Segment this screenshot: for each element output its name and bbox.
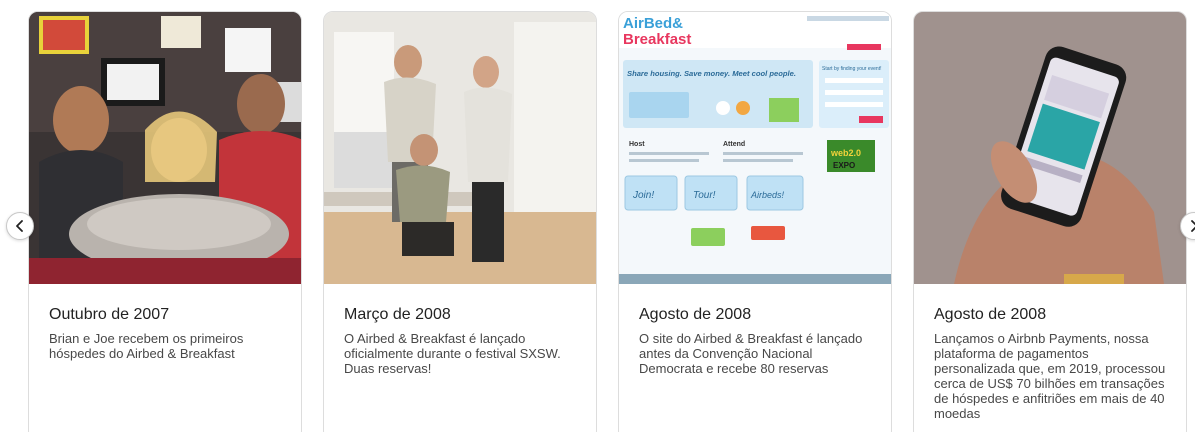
timeline-card[interactable]: Março de 2008 O Airbed & Breakfast é lan… [323,11,597,432]
card-website-screenshot: AirBed& Breakfast Share housing. Save mo… [619,12,891,284]
card-title: Outubro de 2007 [49,306,170,323]
old-site-event-line1: web2.0 [830,148,861,158]
timeline-card[interactable]: Agosto de 2008 Lançamos o Airbnb Payment… [913,11,1187,432]
history-carousel: Outubro de 2007 Brian e Joe recebem os p… [0,0,1195,432]
old-site-logo-line1: AirBed& [623,15,683,32]
timeline-card[interactable]: Outubro de 2007 Brian e Joe recebem os p… [28,11,302,432]
timeline-card[interactable]: AirBed& Breakfast Share housing. Save mo… [618,11,892,432]
card-description: Brian e Joe recebem os primeiros hóspede… [49,331,244,361]
card-title: Agosto de 2008 [934,306,1047,323]
card-photo [914,12,1186,284]
old-site-event-line2: EXPO [833,161,855,170]
card-title: Agosto de 2008 [639,306,752,323]
old-site-tour-label: Tour! [693,190,716,201]
chevron-left-icon [16,220,23,232]
old-site-logo-line2: Breakfast [623,31,691,48]
old-site-host-label: Host [629,141,645,148]
old-site-attend-label: Attend [723,141,745,148]
card-photo [29,12,301,284]
old-site-headline: Share housing. Save money. Meet cool peo… [627,69,796,78]
card-description: O site do Airbed & Breakfast é lançado a… [639,331,863,376]
card-description: O Airbed & Breakfast é lançado oficialme… [344,331,561,376]
old-site-airbeds-label: Airbeds! [750,190,785,200]
chevron-right-icon [1191,220,1195,232]
card-photo [324,12,596,284]
carousel-prev-button[interactable] [6,212,34,240]
old-site-join-label: Join! [632,190,654,201]
old-site-finding-label: Start by finding your event! [822,66,881,72]
card-title: Março de 2008 [344,306,451,323]
card-description: Lançamos o Airbnb Payments, nossa plataf… [934,331,1166,421]
